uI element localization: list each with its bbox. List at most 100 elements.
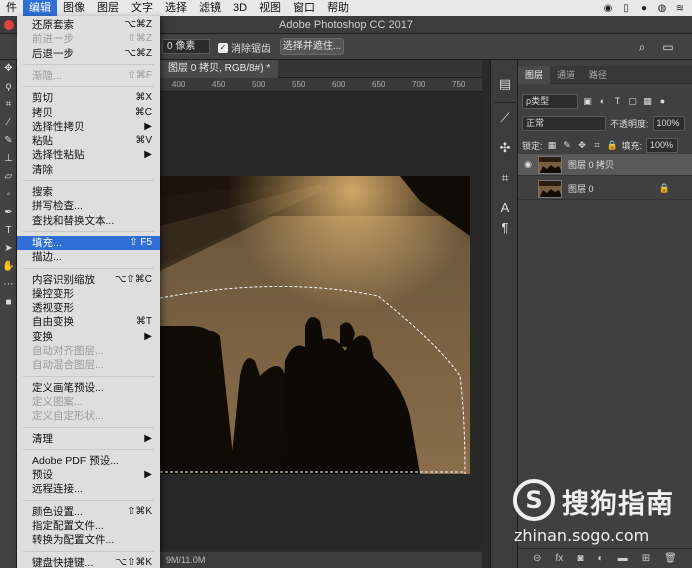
phone-icon[interactable]: ▯ bbox=[620, 2, 632, 14]
menu-item[interactable]: 描边... bbox=[17, 250, 160, 264]
opacity-input[interactable]: 100% bbox=[652, 116, 685, 131]
pen-tool-icon[interactable]: ✒ bbox=[0, 204, 17, 222]
layers-panel-tab[interactable]: 图层 bbox=[518, 66, 551, 84]
menubar-item[interactable]: 3D bbox=[227, 0, 253, 16]
menu-item[interactable]: 指定配置文件... bbox=[17, 519, 160, 533]
menu-item[interactable]: 填充... ⇧ F5 bbox=[17, 235, 160, 250]
canvas-area[interactable] bbox=[160, 92, 482, 550]
brush-tool-icon[interactable]: ✎ bbox=[0, 132, 17, 150]
menu-item[interactable]: 预设 ▶ bbox=[17, 468, 160, 482]
select-and-mask-button[interactable]: 选择并遮住... bbox=[280, 38, 344, 55]
menu-item[interactable]: 远程连接... bbox=[17, 482, 160, 496]
menubar-item[interactable]: 帮助 bbox=[321, 0, 355, 16]
type-filter-icon[interactable]: T bbox=[612, 96, 623, 107]
close-window-button[interactable] bbox=[4, 20, 14, 30]
visibility-eye-icon[interactable]: ◉ bbox=[518, 159, 538, 170]
menubar-item[interactable]: 滤镜 bbox=[193, 0, 227, 16]
color-swatch-icon[interactable]: ■ bbox=[0, 294, 17, 312]
puzzle-icon[interactable]: ✣ bbox=[495, 138, 515, 158]
move-tool-icon[interactable]: ✥ bbox=[0, 60, 17, 78]
fill-input[interactable]: 100% bbox=[646, 138, 679, 153]
menu-item[interactable]: 变换 ▶ bbox=[17, 330, 160, 344]
properties-icon[interactable]: ▤ bbox=[495, 74, 515, 94]
menu-item[interactable]: 自由变换 ⌘T bbox=[17, 315, 160, 329]
menu-item[interactable]: 选择性粘贴 ▶ bbox=[17, 148, 160, 162]
menu-item[interactable]: 透视变形 bbox=[17, 301, 160, 315]
blend-mode-select[interactable]: 正常 bbox=[522, 116, 606, 131]
group-icon[interactable]: ▬ bbox=[618, 553, 628, 564]
layers-panel-tab[interactable]: 通道 bbox=[550, 66, 582, 84]
lock-image-icon[interactable]: ✎ bbox=[562, 140, 573, 151]
menu-item[interactable]: 清理 ▶ bbox=[17, 432, 160, 446]
document-tab[interactable]: 图层 0 拷贝, RGB/8#) * bbox=[160, 60, 279, 78]
menubar-item[interactable]: 选择 bbox=[159, 0, 193, 16]
menubar-item[interactable]: 视图 bbox=[253, 0, 287, 16]
menu-item[interactable]: Adobe PDF 预设... bbox=[17, 454, 160, 468]
wifi-icon[interactable]: ≋ bbox=[674, 2, 686, 14]
smart-object-filter-icon[interactable]: ▦ bbox=[642, 96, 653, 107]
paragraph-icon[interactable]: ¶ bbox=[495, 218, 515, 238]
adjustment-icon[interactable]: ◐ bbox=[597, 553, 603, 564]
menubar-item[interactable]: 编辑 bbox=[23, 0, 57, 16]
crop-panel-icon[interactable]: ⌗ bbox=[495, 168, 515, 188]
menu-item[interactable]: 拼写检查... bbox=[17, 199, 160, 213]
adjustment-filter-icon[interactable]: ◐ bbox=[597, 96, 608, 107]
antialias-checkbox[interactable]: ✓ 消除锯齿 bbox=[218, 40, 271, 55]
menu-item[interactable]: 颜色设置... ⇧⌘K bbox=[17, 505, 160, 519]
menu-item[interactable]: 粘贴 ⌘V bbox=[17, 134, 160, 148]
workspace-icon[interactable]: ▭ bbox=[660, 39, 676, 55]
menubar-item[interactable]: 图像 bbox=[57, 0, 91, 16]
layer-name[interactable]: 图层 0 bbox=[568, 182, 594, 195]
link-icon[interactable]: ⊝ bbox=[533, 553, 541, 564]
menu-item[interactable]: 转换为配置文件... bbox=[17, 533, 160, 547]
shape-filter-icon[interactable]: ▢ bbox=[627, 96, 638, 107]
menubar-item[interactable]: 图层 bbox=[91, 0, 125, 16]
qq-icon[interactable]: ◉ bbox=[602, 2, 614, 14]
menu-item[interactable]: 后退一步 ⌥⌘Z bbox=[17, 47, 160, 61]
menu-item[interactable]: 内容识别缩放 ⌥⇧⌘C bbox=[17, 273, 160, 287]
image-filter-icon[interactable]: ▣ bbox=[582, 96, 593, 107]
menu-item[interactable]: 清除 bbox=[17, 163, 160, 177]
menubar-item[interactable]: 窗口 bbox=[287, 0, 321, 16]
lock-icon[interactable]: 🔒 bbox=[659, 183, 670, 194]
mic-icon[interactable]: ● bbox=[638, 2, 650, 14]
menu-item[interactable]: 键盘快捷键... ⌥⇧⌘K bbox=[17, 556, 160, 568]
lock-position-icon[interactable]: ✥ bbox=[577, 140, 588, 151]
lock-all-icon[interactable]: 🔒 bbox=[607, 140, 618, 151]
eraser-tool-icon[interactable]: ▱ bbox=[0, 168, 17, 186]
menu-item[interactable]: 操控变形 bbox=[17, 287, 160, 301]
layers-panel-tab[interactable]: 路径 bbox=[582, 66, 614, 84]
lock-transparent-icon[interactable]: ▦ bbox=[547, 140, 558, 151]
trash-icon[interactable]: 🗑 bbox=[664, 553, 677, 564]
menu-item[interactable]: 还原套索 ⌥⌘Z bbox=[17, 18, 160, 32]
menu-item[interactable]: 剪切 ⌘X bbox=[17, 91, 160, 105]
blur-tool-icon[interactable]: ◦ bbox=[0, 186, 17, 204]
type-tool-icon[interactable]: T bbox=[0, 222, 17, 240]
hand-tool-icon[interactable]: ✋ bbox=[0, 258, 17, 276]
fx-icon[interactable]: fx bbox=[556, 553, 564, 564]
crop-tool-icon[interactable]: ⌗ bbox=[0, 96, 17, 114]
eyedropper-tool-icon[interactable]: ⁄ bbox=[0, 114, 17, 132]
mask-icon[interactable]: ◙ bbox=[577, 553, 583, 564]
menu-item[interactable]: 拷贝 ⌘C bbox=[17, 106, 160, 120]
feather-input[interactable]: 0 像素 bbox=[162, 39, 210, 54]
filter-toggle-icon[interactable]: ● bbox=[657, 96, 668, 107]
layer-name[interactable]: 图层 0 拷贝 bbox=[568, 158, 614, 171]
search-icon[interactable]: ⌕ bbox=[634, 39, 650, 55]
menu-item[interactable]: 选择性拷贝 ▶ bbox=[17, 120, 160, 134]
character-icon[interactable]: A bbox=[495, 198, 515, 218]
document-image[interactable] bbox=[160, 176, 470, 474]
lasso-tool-icon[interactable]: ϙ bbox=[0, 78, 17, 96]
layer-row[interactable]: ◉ 图层 0 拷贝 bbox=[518, 154, 692, 176]
stamp-tool-icon[interactable]: ⊥ bbox=[0, 150, 17, 168]
new-layer-icon[interactable]: ⊞ bbox=[642, 553, 650, 564]
path-select-tool-icon[interactable]: ➤ bbox=[0, 240, 17, 258]
lock-artboard-icon[interactable]: ⌗ bbox=[592, 140, 603, 151]
filter-kind-select[interactable]: ρ类型 bbox=[522, 94, 578, 109]
menubar-item[interactable]: 件 bbox=[0, 0, 23, 16]
menu-item[interactable]: 定义画笔预设... bbox=[17, 381, 160, 395]
menu-item[interactable]: 查找和替换文本... bbox=[17, 214, 160, 228]
menu-item[interactable]: 搜索 bbox=[17, 185, 160, 199]
layer-row[interactable]: 图层 0 🔒 bbox=[518, 178, 692, 200]
wechat-icon[interactable]: ◍ bbox=[656, 2, 668, 14]
